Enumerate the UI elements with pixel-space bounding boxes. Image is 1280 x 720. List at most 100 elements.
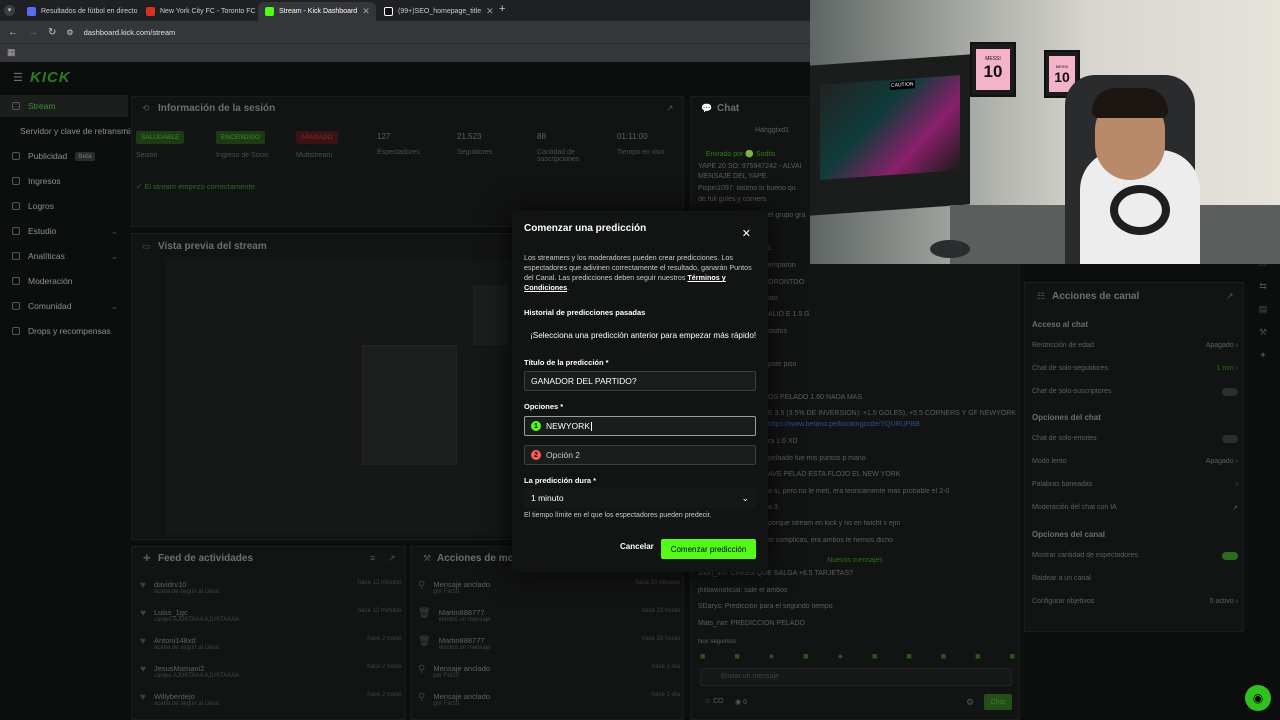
setting-row[interactable]: Raidear a un canal	[1032, 575, 1238, 582]
preview-mini-modal	[362, 345, 457, 465]
session-info-title: Información de la sesión	[158, 103, 276, 114]
address-bar: ← → ↻ ⚙ dashboard.kick.com/stream	[0, 21, 810, 43]
feed-item: ♥ Luiss_1gc canjeó AJUSTAAA AJUSTAAAA hace …	[140, 608, 402, 623]
forward-icon[interactable]: →	[28, 27, 38, 38]
emote-icon[interactable]: ■	[975, 651, 980, 663]
emote-icon[interactable]: ■	[803, 651, 808, 663]
emote-icon[interactable]: ■	[1010, 651, 1015, 663]
tool-icon[interactable]: ✦	[1259, 350, 1267, 361]
title-label: Título de la predicción *	[524, 358, 609, 367]
chat-title: Chat	[717, 103, 740, 114]
sidebar-item-ingresos[interactable]: Ingresos	[0, 170, 128, 192]
setting-row[interactable]: Chat de solo-seguidores 1 min ›	[1032, 365, 1238, 372]
apps-grid-icon[interactable]: ▦	[7, 47, 16, 57]
emote-icon[interactable]: ●	[838, 651, 843, 663]
viewers-label: Espectadores	[377, 149, 420, 156]
start-prediction-button[interactable]: Comenzar predicción	[661, 539, 756, 559]
partner-status-chip: ENCENDIDO	[216, 131, 266, 144]
mod-item: 🗑 Martin888777 eliminó un mensaje hace 23 h…	[418, 636, 680, 651]
pin-icon: ⚲	[418, 692, 426, 703]
setting-row[interactable]: Mostrar cantidad de espectadores	[1032, 552, 1238, 560]
history-item[interactable]: ¡Selecciona una predicción anterior para…	[524, 324, 756, 346]
setting-row[interactable]: Configurar objetivos 0 activo ›	[1032, 598, 1238, 605]
webcam-overlay: CAUTION MESSI 10 MESSI 10	[810, 0, 1280, 264]
kick-favicon-icon	[265, 7, 274, 16]
duration-select[interactable]: 1 minuto ⌄	[524, 488, 756, 508]
browser-tab-kick-dashboard[interactable]: Stream - Kick Dashboard ✕	[258, 2, 376, 21]
tool-icon[interactable]: ▤	[1259, 304, 1268, 315]
setting-row[interactable]: Palabras baneadas ›	[1032, 481, 1238, 488]
sidebar-item-comunidad[interactable]: Comunidad ⌄	[0, 295, 128, 317]
emote-icon[interactable]: ■	[872, 651, 877, 663]
reload-icon[interactable]: ↻	[48, 27, 56, 38]
site-info-icon[interactable]: ⚙	[66, 28, 73, 37]
mod-item: 🗑 Martin888777 eliminó un mensaje hace 23 h…	[418, 608, 680, 623]
emote-icon[interactable]: ■	[700, 651, 705, 663]
setting-row[interactable]: Chat de solo-emotes	[1032, 435, 1238, 443]
popout-icon[interactable]: ↗	[388, 553, 396, 564]
tool-icon[interactable]: ⚒	[1259, 327, 1267, 338]
uptime-value: 01:11:00	[617, 132, 648, 141]
heart-icon: ♥	[140, 664, 146, 675]
browser-tab-tiktok[interactable]: (99+)SEO_homepage_title ✕	[377, 2, 495, 21]
menu-icon[interactable]: ☰	[13, 71, 23, 84]
cancel-button[interactable]: Cancelar	[620, 542, 654, 551]
option-1-input[interactable]: 1 NEWYORK	[524, 416, 756, 436]
duration-hint: El tiempo límite en el que los espectado…	[524, 512, 712, 519]
chat-send-button[interactable]: Chat	[984, 694, 1012, 710]
browser-tab-nycfc[interactable]: New York City FC - Toronto FC✕	[139, 2, 257, 21]
url-field[interactable]: dashboard.kick.com/stream	[84, 28, 176, 37]
popout-icon[interactable]: ↗	[666, 103, 674, 114]
sidebar-item-drops[interactable]: Drops y recompensas	[0, 320, 128, 342]
emote-bar: ■ ■ ● ■ ● ■ ■ ■ ■ ■	[700, 651, 1015, 663]
sidebar-item-servidor[interactable]: Servidor y clave de retransmisión	[0, 120, 146, 142]
prediction-title-input[interactable]: GANADOR DEL PARTIDO?	[524, 371, 756, 391]
popout-icon[interactable]: ↗	[1226, 291, 1234, 302]
followers-label: Seguidores	[457, 149, 493, 156]
text-cursor	[590, 421, 592, 431]
chevron-down-icon: ⌄	[741, 492, 749, 503]
sidebar-item-estudio[interactable]: Estudio ⌄	[0, 220, 128, 242]
emote-icon[interactable]: ■	[941, 651, 946, 663]
sidebar-item-stream[interactable]: Stream	[0, 95, 128, 117]
setting-row[interactable]: Chat de solo-suscriptores	[1032, 388, 1238, 396]
close-icon[interactable]: ✕	[742, 227, 751, 240]
chat-input[interactable]: Enviar un mensaje	[700, 668, 1012, 686]
filter-icon[interactable]: ≡	[370, 553, 375, 563]
support-chat-icon[interactable]: ◉	[1245, 685, 1271, 711]
setting-row[interactable]: Moderación del chat con IA ↗	[1032, 504, 1238, 512]
setting-row[interactable]: Restricción de edad Apagado ›	[1032, 342, 1238, 349]
toggle-switch[interactable]	[1222, 552, 1238, 560]
browser-tab-resultados[interactable]: Resultados de fútbol en directo✕	[20, 2, 138, 21]
kick-logo: KICK	[30, 69, 71, 86]
emote-icon[interactable]: ●	[769, 651, 774, 663]
tool-icon[interactable]: ⇆	[1259, 281, 1267, 292]
sidebar-item-logros[interactable]: Logros	[0, 195, 128, 217]
sidebar-item-publicidad[interactable]: Publicidad Beta	[0, 145, 128, 167]
trash-icon: 🗑	[418, 608, 431, 619]
chart-icon	[12, 252, 20, 260]
browser-tab-bar: ▾ Resultados de fútbol en directo✕ New Y…	[0, 0, 810, 21]
tab-search-button[interactable]: ▾	[4, 5, 15, 16]
chat-bubble-icon: 💬	[701, 103, 713, 113]
back-icon[interactable]: ←	[8, 27, 18, 38]
tab-close-icon[interactable]: ✕	[362, 6, 370, 17]
multistream-label: Multistream	[296, 152, 333, 159]
chat-points-count: ◉ 0	[735, 699, 747, 706]
sidebar-item-analiticas[interactable]: Analíticas ⌄	[0, 245, 128, 267]
option-2-input[interactable]: 2 Opción 2	[524, 445, 756, 465]
toggle-switch[interactable]	[1222, 388, 1238, 396]
ad-icon	[12, 152, 20, 160]
toggle-switch[interactable]	[1222, 435, 1238, 443]
sidebar-item-moderacion[interactable]: Moderación	[0, 270, 128, 292]
followers-value: 21.523	[457, 132, 482, 141]
emote-icon[interactable]: ■	[906, 651, 911, 663]
tab-favicon-icon	[27, 7, 36, 16]
emote-icon[interactable]: ■	[734, 651, 739, 663]
gear-icon[interactable]: ⚙	[966, 697, 974, 708]
heart-icon: ♥	[140, 692, 146, 703]
new-tab-button[interactable]: +	[499, 3, 505, 15]
setting-row[interactable]: Modo lento Apagado ›	[1032, 458, 1238, 465]
tab-close-icon[interactable]: ✕	[486, 6, 494, 17]
hammer-icon	[12, 277, 20, 285]
